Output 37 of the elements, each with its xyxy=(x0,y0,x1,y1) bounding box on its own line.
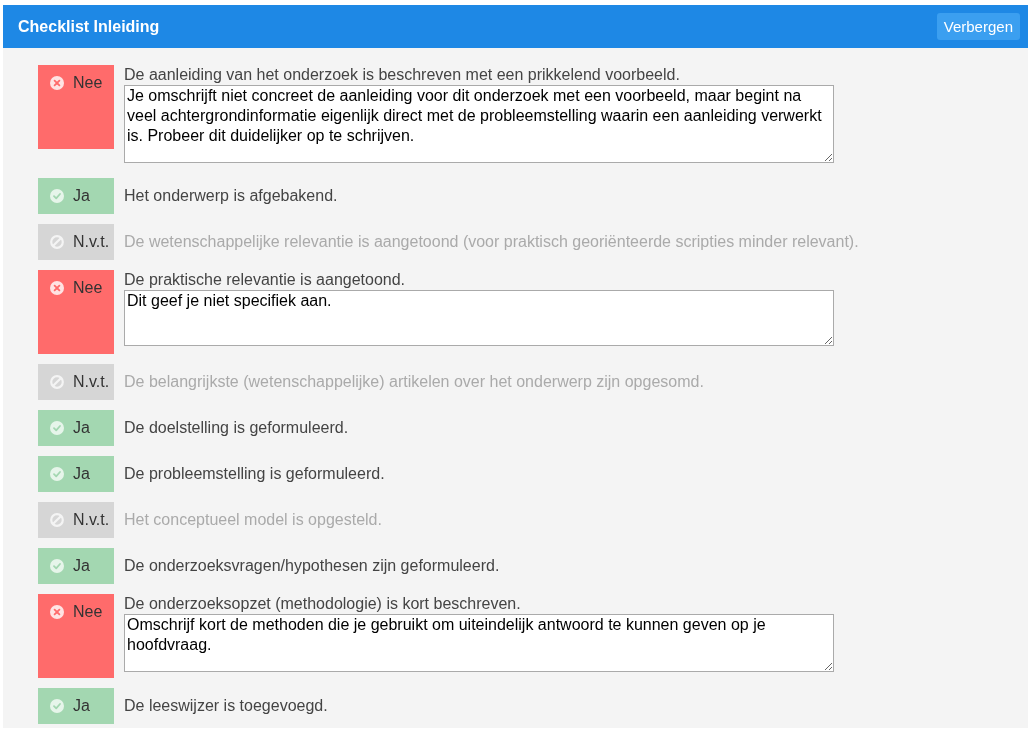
prohibited-icon xyxy=(50,375,64,389)
criterion-text: De leeswijzer is toegevoegd. xyxy=(124,696,328,716)
cross-icon xyxy=(50,76,64,90)
status-button[interactable]: Ja xyxy=(38,688,114,724)
criterion-text: De onderzoeksvragen/hypothesen zijn geformuleerd. xyxy=(124,556,500,576)
status-button[interactable]: Ja xyxy=(38,410,114,446)
check-icon xyxy=(50,699,64,713)
check-icon xyxy=(50,421,64,435)
status-button[interactable]: Ja xyxy=(38,178,114,214)
check-icon xyxy=(50,189,64,203)
comment-field[interactable]: Je omschrijft niet concreet de aanleiding voor dit onderzoek met een voorbeeld, maar begint na veel achtergrondinformatie eigenlijk direct met de probleemstelling waarin een aanleiding verwerkt is. Probeer dit duidelijker op te schrijven. xyxy=(124,85,834,163)
criterion-text: De wetenschappelijke relevantie is aangetoond (voor praktisch georiënteerde scripties minder relevant). xyxy=(124,232,859,252)
criterion-text: Het conceptueel model is opgesteld. xyxy=(124,510,382,530)
prohibited-icon xyxy=(50,235,64,249)
status-button[interactable]: Nee xyxy=(38,270,114,354)
status-button[interactable]: Ja xyxy=(38,456,114,492)
status-button[interactable]: N.v.t. xyxy=(38,224,114,260)
prohibited-icon xyxy=(50,513,64,527)
criterion-text: Het onderwerp is afgebakend. xyxy=(124,186,338,206)
cross-icon xyxy=(50,605,64,619)
check-icon xyxy=(50,467,64,481)
cross-icon xyxy=(50,281,64,295)
criterion-text: De probleemstelling is geformuleerd. xyxy=(124,464,385,484)
criterion-text: De doelstelling is geformuleerd. xyxy=(124,418,349,438)
status-button[interactable]: N.v.t. xyxy=(38,364,114,400)
criterion-text: De aanleiding van het onderzoek is beschreven met een prikkelend voorbeeld. xyxy=(124,65,680,85)
criterion-text: De onderzoeksopzet (methodologie) is kort beschreven. xyxy=(124,594,521,614)
criterion-text: De belangrijkste (wetenschappelijke) artikelen over het onderwerp zijn opgesomd. xyxy=(124,372,704,392)
status-button[interactable]: Ja xyxy=(38,548,114,584)
status-button[interactable]: N.v.t. xyxy=(38,502,114,538)
comment-field[interactable]: Dit geef je niet specifiek aan. xyxy=(124,290,834,346)
check-icon xyxy=(50,559,64,573)
comment-field[interactable]: Omschrijf kort de methoden die je gebruikt om uiteindelijk antwoord te kunnen geven op je hoofdvraag. xyxy=(124,614,834,672)
criterion-text: De praktische relevantie is aangetoond. xyxy=(124,270,406,290)
status-button[interactable]: Nee xyxy=(38,65,114,149)
panel-title: Checklist Inleiding xyxy=(18,17,160,36)
status-button[interactable]: Nee xyxy=(38,594,114,678)
